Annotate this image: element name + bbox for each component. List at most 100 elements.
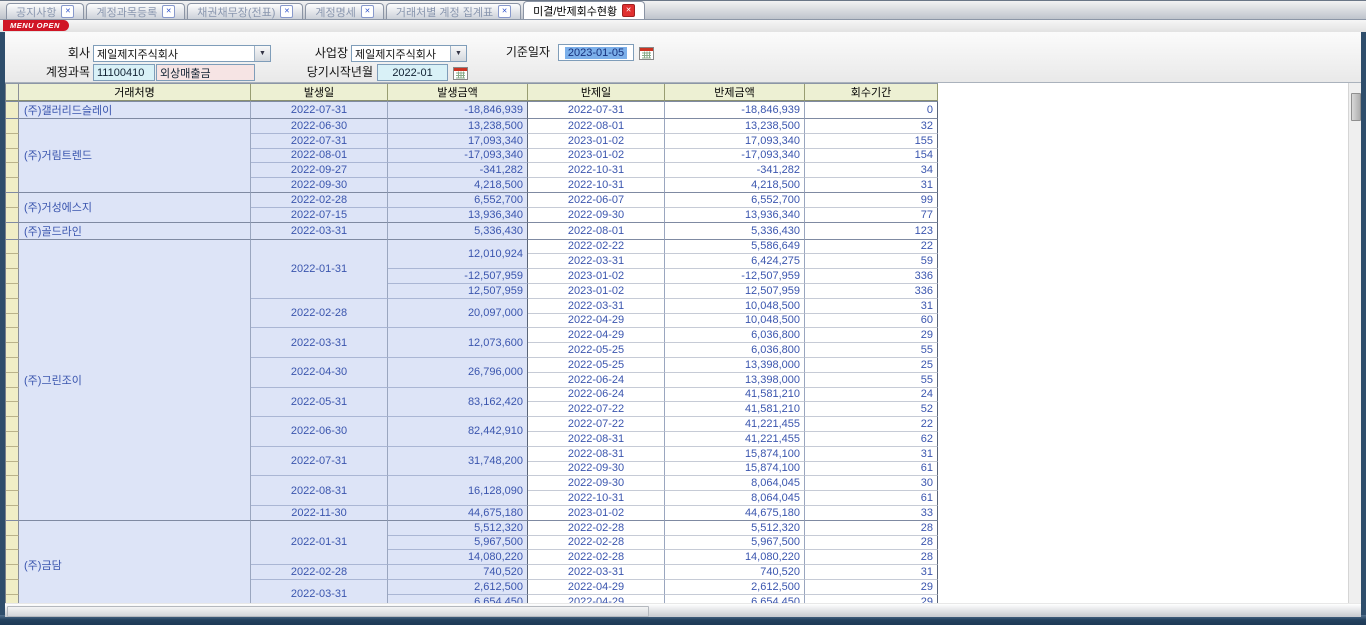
settle-amount-cell[interactable]: 6,654,450: [665, 594, 805, 603]
row-selector[interactable]: [6, 177, 19, 192]
collection-period-cell[interactable]: 0: [805, 101, 938, 118]
tab-계정명세[interactable]: 계정명세✕: [305, 3, 383, 19]
row-selector[interactable]: [6, 101, 19, 118]
settle-date-cell[interactable]: 2022-08-31: [528, 446, 665, 461]
issue-amount-cell[interactable]: 44,675,180: [388, 505, 528, 520]
settle-date-cell[interactable]: 2022-04-29: [528, 594, 665, 603]
row-selector[interactable]: [6, 283, 19, 298]
tab-거래처별 계정 집계표[interactable]: 거래처별 계정 집계표✕: [386, 3, 521, 19]
tab-채권채무장(전표)[interactable]: 채권채무장(전표)✕: [187, 3, 303, 19]
row-selector[interactable]: [6, 401, 19, 416]
settle-amount-cell[interactable]: 14,080,220: [665, 549, 805, 564]
collection-period-cell[interactable]: 31: [805, 446, 938, 461]
issue-date-cell[interactable]: 2022-03-31: [251, 579, 388, 603]
issue-amount-cell[interactable]: 740,520: [388, 564, 528, 579]
row-selector[interactable]: [6, 239, 19, 254]
tab-close-icon[interactable]: ✕: [361, 5, 374, 18]
issue-date-cell[interactable]: 2022-07-31: [251, 446, 388, 476]
row-selector[interactable]: [6, 416, 19, 431]
collection-period-cell[interactable]: 29: [805, 579, 938, 594]
tab-close-icon[interactable]: ✕: [280, 5, 293, 18]
chevron-down-icon[interactable]: ▼: [254, 46, 270, 61]
row-selector[interactable]: [6, 549, 19, 564]
row-selector[interactable]: [6, 298, 19, 313]
issue-amount-cell[interactable]: 83,162,420: [388, 387, 528, 417]
collection-period-cell[interactable]: 28: [805, 535, 938, 550]
issue-amount-cell[interactable]: 82,442,910: [388, 416, 528, 446]
settle-amount-cell[interactable]: 2,612,500: [665, 579, 805, 594]
tab-close-icon[interactable]: ✕: [162, 5, 175, 18]
tab-미결/반제회수현황[interactable]: 미결/반제회수현황✕: [523, 1, 645, 19]
settle-amount-cell[interactable]: 12,507,959: [665, 283, 805, 298]
collection-period-cell[interactable]: 31: [805, 298, 938, 313]
column-header[interactable]: 발생일: [251, 84, 388, 101]
issue-amount-cell[interactable]: 13,238,500: [388, 118, 528, 133]
issue-date-cell[interactable]: 2022-02-28: [251, 564, 388, 579]
collection-period-cell[interactable]: 32: [805, 118, 938, 133]
settle-amount-cell[interactable]: 44,675,180: [665, 505, 805, 520]
row-selector[interactable]: [6, 342, 19, 357]
settle-amount-cell[interactable]: 10,048,500: [665, 298, 805, 313]
settle-amount-cell[interactable]: 8,064,045: [665, 475, 805, 490]
column-header[interactable]: 거래처명: [19, 84, 251, 101]
issue-date-cell[interactable]: 2022-07-31: [251, 133, 388, 148]
row-selector[interactable]: [6, 222, 19, 239]
row-selector[interactable]: [6, 162, 19, 177]
issue-amount-cell[interactable]: 4,218,500: [388, 177, 528, 192]
issue-date-cell[interactable]: 2022-04-30: [251, 357, 388, 387]
issue-amount-cell[interactable]: 13,936,340: [388, 207, 528, 222]
settle-amount-cell[interactable]: 6,036,800: [665, 342, 805, 357]
base-date-input[interactable]: 2023-01-05: [558, 44, 634, 61]
settle-date-cell[interactable]: 2022-04-29: [528, 579, 665, 594]
collection-period-cell[interactable]: 29: [805, 327, 938, 342]
settle-amount-cell[interactable]: -12,507,959: [665, 268, 805, 283]
row-selector[interactable]: [6, 431, 19, 446]
settle-date-cell[interactable]: 2023-01-02: [528, 148, 665, 163]
calendar-icon[interactable]: [453, 66, 468, 80]
issue-date-cell[interactable]: 2022-03-31: [251, 222, 388, 239]
settle-amount-cell[interactable]: 41,581,210: [665, 401, 805, 416]
settle-date-cell[interactable]: 2022-10-31: [528, 177, 665, 192]
settle-amount-cell[interactable]: 4,218,500: [665, 177, 805, 192]
collection-period-cell[interactable]: 55: [805, 342, 938, 357]
collection-period-cell[interactable]: 34: [805, 162, 938, 177]
tab-close-icon[interactable]: ✕: [622, 4, 635, 17]
row-selector[interactable]: [6, 446, 19, 461]
collection-period-cell[interactable]: 59: [805, 253, 938, 268]
row-selector[interactable]: [6, 268, 19, 283]
chevron-down-icon[interactable]: ▼: [450, 46, 466, 61]
collection-period-cell[interactable]: 22: [805, 416, 938, 431]
issue-date-cell[interactable]: 2022-05-31: [251, 387, 388, 417]
settle-amount-cell[interactable]: 13,398,000: [665, 372, 805, 387]
settle-amount-cell[interactable]: 13,398,000: [665, 357, 805, 372]
settle-date-cell[interactable]: 2022-06-07: [528, 192, 665, 207]
collection-period-cell[interactable]: 61: [805, 490, 938, 505]
issue-date-cell[interactable]: 2022-09-27: [251, 162, 388, 177]
column-header[interactable]: 회수기간: [805, 84, 938, 101]
vertical-scrollbar[interactable]: [1348, 83, 1361, 603]
settle-amount-cell[interactable]: 6,036,800: [665, 327, 805, 342]
settle-amount-cell[interactable]: 10,048,500: [665, 313, 805, 328]
row-selector[interactable]: [6, 490, 19, 505]
issue-date-cell[interactable]: 2022-02-28: [251, 192, 388, 207]
issue-date-cell[interactable]: 2022-11-30: [251, 505, 388, 520]
settle-date-cell[interactable]: 2023-01-02: [528, 268, 665, 283]
settle-date-cell[interactable]: 2022-07-22: [528, 401, 665, 416]
collection-period-cell[interactable]: 336: [805, 283, 938, 298]
column-header[interactable]: 반제금액: [665, 84, 805, 101]
issue-date-cell[interactable]: 2022-01-31: [251, 239, 388, 298]
issue-amount-cell[interactable]: 16,128,090: [388, 475, 528, 505]
settle-date-cell[interactable]: 2022-06-24: [528, 387, 665, 402]
vertical-scrollbar-thumb[interactable]: [1351, 93, 1361, 121]
issue-amount-cell[interactable]: 14,080,220: [388, 549, 528, 564]
settle-date-cell[interactable]: 2022-03-31: [528, 298, 665, 313]
issue-date-cell[interactable]: 2022-02-28: [251, 298, 388, 328]
collection-period-cell[interactable]: 24: [805, 387, 938, 402]
collection-period-cell[interactable]: 336: [805, 268, 938, 283]
settle-date-cell[interactable]: 2022-09-30: [528, 207, 665, 222]
settle-date-cell[interactable]: 2022-04-29: [528, 313, 665, 328]
row-selector[interactable]: [6, 579, 19, 594]
settle-amount-cell[interactable]: 41,581,210: [665, 387, 805, 402]
settle-date-cell[interactable]: 2023-01-02: [528, 133, 665, 148]
row-selector[interactable]: [6, 133, 19, 148]
